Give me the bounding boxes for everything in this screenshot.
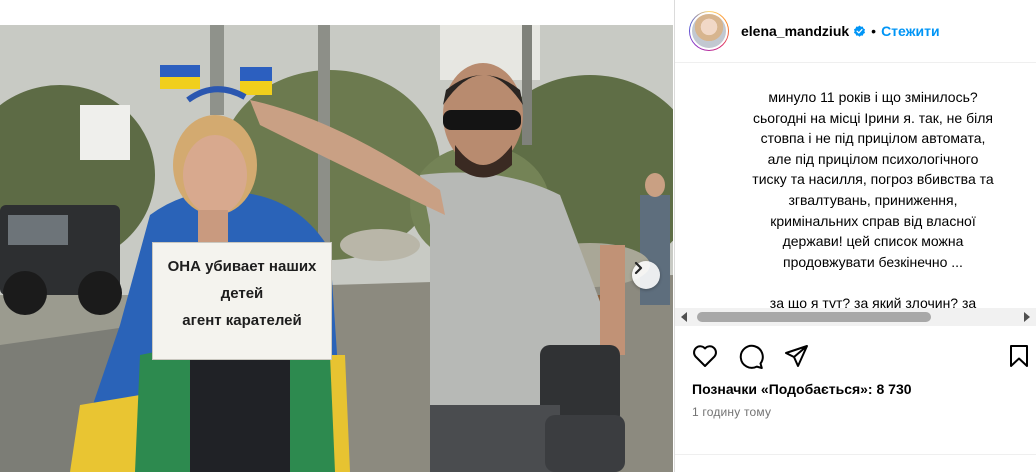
share-icon[interactable] — [784, 344, 810, 373]
caption-area: минуло 11 років і що змінилось? сьогодні… — [675, 63, 1036, 308]
avatar[interactable] — [689, 11, 729, 51]
scrollbar-thumb[interactable] — [697, 312, 931, 322]
post-actions — [692, 344, 1032, 370]
post-caption: минуло 11 років і що змінилось? сьогодні… — [752, 89, 994, 308]
scroll-right-arrow-icon[interactable] — [1024, 312, 1030, 322]
horizontal-scrollbar[interactable] — [675, 308, 1036, 326]
post-header: elena_mandziuk • Стежити — [675, 0, 1036, 63]
sign-line-2: детей — [220, 285, 264, 302]
sign-line-1: ОНА убивает наших — [167, 258, 317, 275]
post-image[interactable]: ОНА убивает наших детей агент карателей — [0, 25, 673, 472]
sign-line-3: агент карателей — [182, 312, 302, 329]
header-separator: • — [871, 23, 877, 39]
next-image-button[interactable] — [632, 261, 660, 289]
protest-sign: ОНА убивает наших детей агент карателей — [152, 242, 332, 360]
comment-icon[interactable] — [738, 344, 764, 375]
likes-count[interactable]: Позначки «Подобається»: 8 730 — [692, 381, 912, 397]
follow-button[interactable]: Стежити — [881, 23, 940, 39]
heart-icon[interactable] — [692, 344, 718, 373]
divider — [675, 454, 1036, 455]
post-timestamp[interactable]: 1 годину тому — [692, 405, 771, 419]
bookmark-icon[interactable] — [1008, 344, 1030, 373]
author-username[interactable]: elena_mandziuk — [741, 23, 849, 39]
scroll-left-arrow-icon[interactable] — [681, 312, 687, 322]
verified-badge-icon — [853, 25, 866, 38]
photo-scene — [0, 25, 673, 472]
post-details-panel: elena_mandziuk • Стежити минуло 11 років… — [674, 0, 1036, 472]
